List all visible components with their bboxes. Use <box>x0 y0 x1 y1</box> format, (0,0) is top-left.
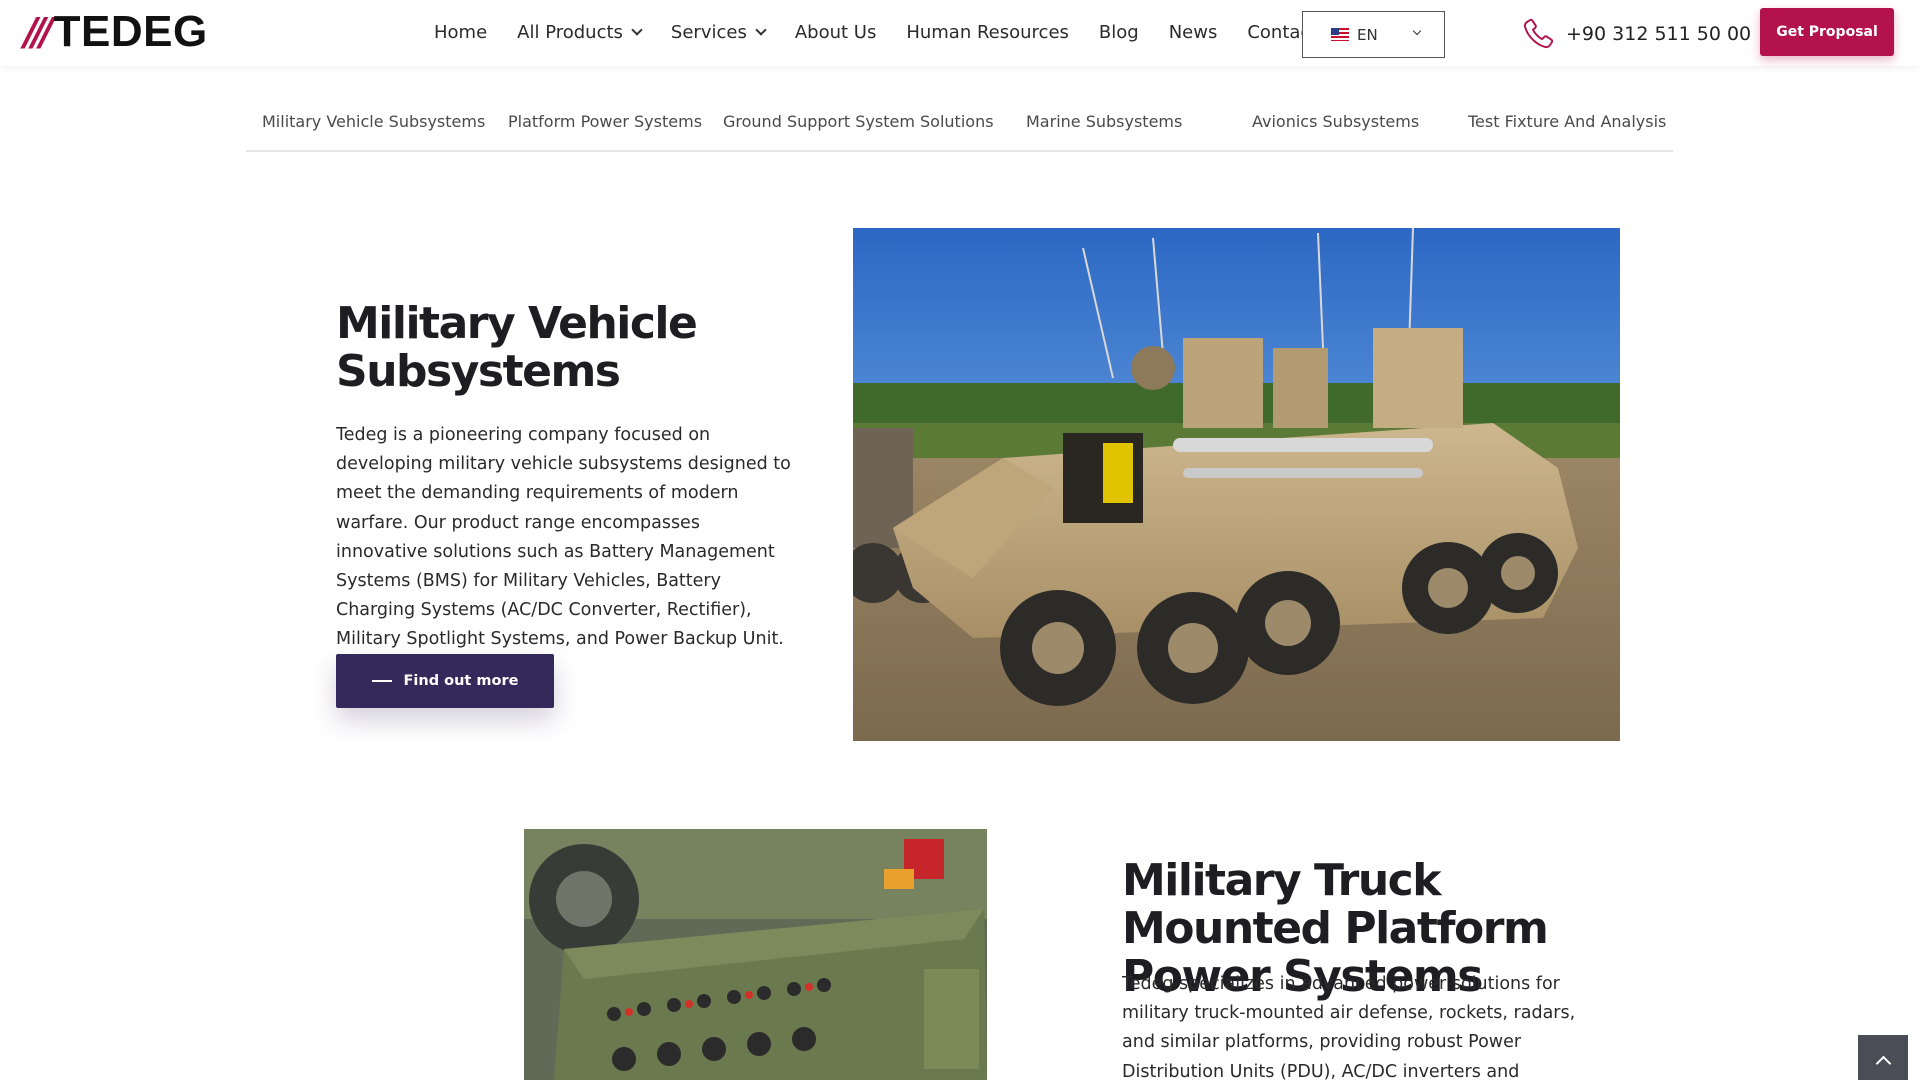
nav-all-products-label: All Products <box>517 21 623 43</box>
nav-news-label: News <box>1168 21 1218 43</box>
find-out-more-label: Find out more <box>403 673 519 689</box>
tab-marine-subsystems[interactable]: Marine Subsystems <box>1026 112 1182 131</box>
site-header: /// TEDEG Home All Products Services Abo… <box>0 0 1920 66</box>
get-proposal-button[interactable]: Get Proposal <box>1760 8 1894 56</box>
phone-contact[interactable]: +90 312 511 50 00 <box>1520 16 1751 52</box>
phone-icon <box>1523 18 1554 49</box>
product-category-tabs: Military Vehicle Subsystems Platform Pow… <box>246 100 1673 152</box>
tab-test-fixture-and-analysis[interactable]: Test Fixture And Analysis <box>1468 112 1666 131</box>
back-to-top-button[interactable] <box>1858 1035 1908 1080</box>
main-nav: Home All Products Services About Us Huma… <box>434 0 1347 64</box>
us-flag-icon <box>1331 28 1349 41</box>
nav-about-us[interactable]: About Us <box>795 22 877 43</box>
power-distribution-unit-image <box>524 829 987 1080</box>
site-logo[interactable]: /// TEDEG <box>24 7 208 56</box>
section-title: Military Vehicle Subsystems <box>336 298 698 397</box>
armored-vehicle-image <box>853 228 1620 741</box>
find-out-more-button[interactable]: Find out more <box>336 654 554 708</box>
section-description: Tedeg specializes in advanced power solu… <box>1122 974 1576 1080</box>
logo-slashes: /// <box>24 10 54 54</box>
dash-icon <box>371 680 392 682</box>
nav-blog[interactable]: Blog <box>1099 22 1139 43</box>
tab-platform-power-systems[interactable]: Platform Power Systems <box>508 112 702 131</box>
tab-military-vehicle-subsystems[interactable]: Military Vehicle Subsystems <box>262 112 485 131</box>
section-description: Tedeg is a pioneering company focused on… <box>336 425 791 650</box>
nav-home-label: Home <box>434 21 488 43</box>
nav-about-us-label: About Us <box>794 21 877 43</box>
nav-all-products[interactable]: All Products <box>517 21 643 43</box>
chevron-down-icon <box>1412 26 1422 36</box>
phone-number: +90 312 511 50 00 <box>1566 23 1752 45</box>
chevron-down-icon <box>631 23 643 36</box>
nav-human-resources[interactable]: Human Resources <box>906 22 1069 43</box>
logo-text: TEDEG <box>53 7 208 56</box>
chevron-up-icon <box>1875 1055 1891 1071</box>
language-selector[interactable]: EN <box>1302 11 1445 58</box>
tab-avionics-subsystems[interactable]: Avionics Subsystems <box>1252 112 1419 131</box>
nav-news[interactable]: News <box>1169 22 1218 43</box>
nav-home[interactable]: Home <box>434 22 487 43</box>
tab-ground-support-system-solutions[interactable]: Ground Support System Solutions <box>723 112 994 131</box>
nav-blog-label: Blog <box>1098 21 1139 43</box>
nav-services[interactable]: Services <box>670 21 767 43</box>
chevron-down-icon <box>755 23 767 36</box>
nav-human-resources-label: Human Resources <box>906 21 1069 43</box>
nav-services-label: Services <box>670 21 747 43</box>
language-label: EN <box>1357 25 1378 44</box>
